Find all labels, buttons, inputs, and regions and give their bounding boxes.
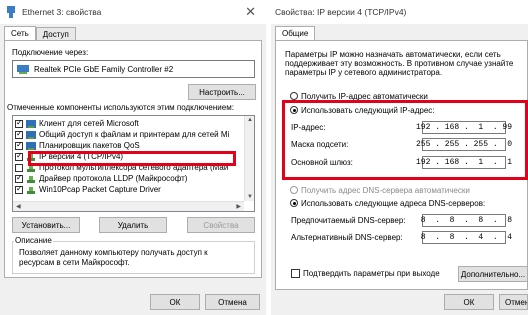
ethernet-properties-dialog: Ethernet 3: свойства ✕ Сеть Доступ Подкл… xyxy=(0,0,266,315)
protocol-icon xyxy=(26,164,36,172)
component-label: Протокол мультиплексора сетевого адаптер… xyxy=(39,163,229,172)
remove-button[interactable]: Удалить xyxy=(99,217,167,233)
intro-text-line2: поддерживает эту возможность. В противно… xyxy=(285,59,514,68)
install-button[interactable]: Установить... xyxy=(12,217,80,233)
ip-address-label: IP-адрес: xyxy=(291,123,326,132)
network-service-icon xyxy=(26,130,36,139)
protocol-icon xyxy=(26,175,36,183)
vertical-scrollbar[interactable]: ▲ ▼ xyxy=(244,116,254,201)
network-service-icon xyxy=(26,141,36,150)
list-item[interactable]: Драйвер протокола LLDP (Майкрософт) xyxy=(15,173,187,184)
alternate-dns-input[interactable]: 8 . 8 . 4 . 4 xyxy=(421,231,512,244)
general-tab-panel: Параметры IP можно назначать автоматичес… xyxy=(275,40,528,290)
auto-ip-label: Получить IP-адрес автоматически xyxy=(301,92,428,101)
list-item[interactable]: Клиент для сетей Microsoft xyxy=(15,118,139,129)
protocol-icon xyxy=(26,186,36,194)
ip-address-input[interactable]: 192 . 168 . 1 . 99 xyxy=(416,121,512,134)
description-text-line2: ресурсам в сети Майкрософт. xyxy=(19,258,130,267)
tab-network[interactable]: Сеть xyxy=(4,26,36,41)
manual-ip-radio[interactable] xyxy=(290,106,298,114)
network-adapter-icon xyxy=(7,6,15,18)
window-title: Свойства: IP версии 4 (TCP/IPv4) xyxy=(275,7,407,17)
component-checkbox[interactable] xyxy=(15,118,23,128)
network-tab-panel: Подключение через: Realtek PCIe GbE Fami… xyxy=(4,40,262,278)
subnet-mask-label: Маска подсети: xyxy=(291,140,349,149)
scroll-down-icon[interactable]: ▼ xyxy=(247,194,253,200)
component-checkbox[interactable] xyxy=(15,184,23,194)
component-checkbox[interactable] xyxy=(15,129,23,139)
component-label: IP версии 4 (TCP/IPv4) xyxy=(39,152,124,161)
advanced-button[interactable]: Дополнительно... xyxy=(458,266,528,282)
tab-bar: Сеть Доступ xyxy=(4,26,76,41)
horizontal-scrollbar[interactable]: ◀ ▶ xyxy=(13,201,244,211)
component-label: Планировщик пакетов QoS xyxy=(39,141,140,150)
alternate-dns-label: Альтернативный DNS-сервер: xyxy=(291,233,403,242)
component-label: Драйвер протокола LLDP (Майкрософт) xyxy=(39,174,188,183)
manual-ip-label: Использовать следующий IP-адрес: xyxy=(301,106,435,115)
network-client-icon xyxy=(26,119,36,128)
components-label: Отмеченные компоненты используются этим … xyxy=(7,103,234,112)
ok-button[interactable]: ОК xyxy=(444,294,494,310)
component-checkbox[interactable] xyxy=(15,173,23,183)
subnet-mask-input[interactable]: 255 . 255 . 255 . 0 xyxy=(416,138,512,151)
title-bar: Ethernet 3: свойства ✕ xyxy=(0,0,266,24)
list-item-ipv4[interactable]: IP версии 4 (TCP/IPv4) xyxy=(15,151,123,162)
intro-text-line1: Параметры IP можно назначать автоматичес… xyxy=(285,50,501,59)
list-item[interactable]: Планировщик пакетов QoS xyxy=(15,140,140,151)
close-icon[interactable]: ✕ xyxy=(245,4,256,20)
preferred-dns-input[interactable]: 8 . 8 . 8 . 8 xyxy=(421,214,512,227)
connect-via-label: Подключение через: xyxy=(12,48,89,57)
list-item[interactable]: Win10Pcap Packet Capture Driver xyxy=(15,184,161,195)
ok-button[interactable]: ОК xyxy=(150,294,200,310)
manual-dns-label: Использовать следующие адреса DNS-сервер… xyxy=(301,199,486,208)
tab-sharing[interactable]: Доступ xyxy=(35,27,76,40)
tab-bar: Общие xyxy=(275,26,316,41)
auto-dns-radio[interactable] xyxy=(290,186,298,194)
component-checkbox[interactable] xyxy=(15,140,23,150)
network-card-icon xyxy=(17,64,29,74)
description-text-line1: Позволяет данному компьютеру получать до… xyxy=(19,248,208,257)
intro-text-line3: параметры IP у сетевого администратора. xyxy=(285,68,443,77)
component-label: Общий доступ к файлам и принтерам для се… xyxy=(39,130,230,139)
scroll-left-icon[interactable]: ◀ xyxy=(16,203,21,210)
validate-label: Подтвердить параметры при выходе xyxy=(303,269,440,278)
component-label: Клиент для сетей Microsoft xyxy=(39,119,139,128)
component-label: Win10Pcap Packet Capture Driver xyxy=(39,185,161,194)
preferred-dns-label: Предпочитаемый DNS-сервер: xyxy=(291,216,406,225)
component-checkbox[interactable] xyxy=(15,151,23,161)
properties-button[interactable]: Свойства xyxy=(187,217,255,233)
tab-general[interactable]: Общие xyxy=(275,26,316,41)
title-bar: Свойства: IP версии 4 (TCP/IPv4) xyxy=(271,0,528,24)
components-list[interactable]: Клиент для сетей Microsoft Общий доступ … xyxy=(12,115,255,212)
ipv4-properties-dialog: Свойства: IP версии 4 (TCP/IPv4) Общие П… xyxy=(271,0,528,315)
configure-button[interactable]: Настроить... xyxy=(188,84,256,100)
gateway-input[interactable]: 192 . 168 . 1 . 1 xyxy=(416,156,512,169)
validate-checkbox[interactable] xyxy=(291,269,300,278)
cancel-button[interactable]: Отмена xyxy=(205,294,260,310)
manual-dns-radio[interactable] xyxy=(290,199,298,207)
gateway-label: Основной шлюз: xyxy=(291,158,353,167)
component-checkbox[interactable] xyxy=(15,163,23,172)
protocol-icon xyxy=(26,153,36,161)
scroll-right-icon[interactable]: ▶ xyxy=(236,203,241,210)
cancel-button[interactable]: Отмена xyxy=(499,294,528,310)
adapter-field: Realtek PCIe GbE Family Controller #2 xyxy=(12,60,255,78)
window-title: Ethernet 3: свойства xyxy=(22,7,102,17)
auto-ip-radio[interactable] xyxy=(290,92,298,100)
scroll-up-icon[interactable]: ▲ xyxy=(247,117,253,123)
list-item[interactable]: Протокол мультиплексора сетевого адаптер… xyxy=(15,162,228,173)
description-label: Описание xyxy=(14,236,53,245)
adapter-name: Realtek PCIe GbE Family Controller #2 xyxy=(34,64,174,74)
list-item[interactable]: Общий доступ к файлам и принтерам для се… xyxy=(15,129,229,140)
auto-dns-label: Получить адрес DNS-сервера автоматически xyxy=(301,186,470,195)
